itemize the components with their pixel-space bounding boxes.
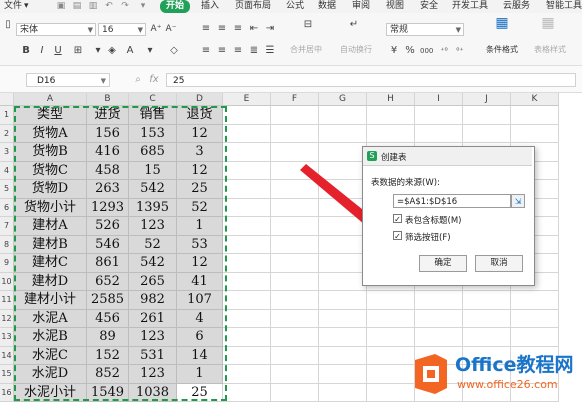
has-header-checkbox[interactable]: ✓ [393,214,402,224]
cancel-button[interactable]: 取消 [475,255,523,272]
watermark-brand: Office教程网 [455,354,574,376]
app-logo-icon: S [367,151,377,161]
ok-button[interactable]: 确定 [419,255,467,272]
source-label: 表数据的来源(W): [371,178,440,188]
filter-button-checkbox[interactable]: ✓ [393,231,402,241]
office-logo-icon [415,354,447,394]
dialog-title-bar: S 创建表 [363,147,532,166]
filter-button-label: 筛选按钮(F) [405,233,451,243]
source-range-input[interactable]: =$A$1:$D$16 [393,194,511,208]
watermark-url: www.office26.com [457,378,558,391]
range-picker-icon[interactable]: ⇲ [511,194,525,208]
has-header-label: 表包含标题(M) [405,216,462,226]
dialog-title: 创建表 [381,153,407,163]
create-table-dialog: S 创建表 表数据的来源(W): =$A$1:$D$16 ⇲ ✓ 表包含标题(M… [362,146,535,286]
watermark-logo: Office教程网 www.office26.com [411,348,579,400]
